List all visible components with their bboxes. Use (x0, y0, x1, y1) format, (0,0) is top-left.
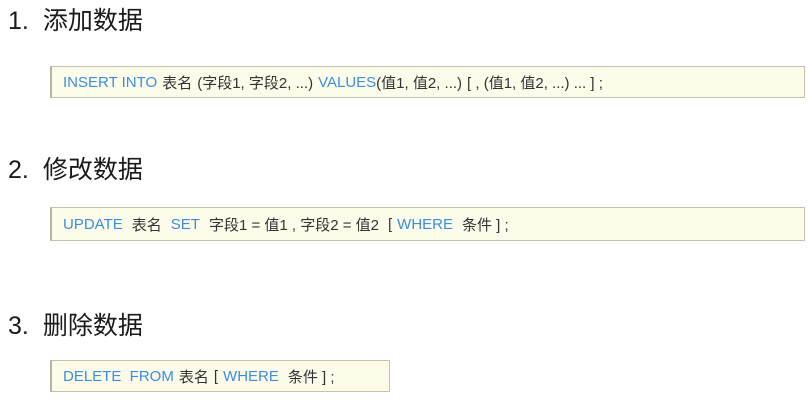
section-title-text: 添加数据 (42, 6, 143, 35)
delete-syntax-box: DELETE FROM 表名 [ WHERE 条件 ] ; (50, 360, 390, 392)
field-list: (字段1, 字段2, ...) (197, 74, 314, 92)
section-heading-insert: 1. 添加数据 (8, 5, 143, 37)
insert-syntax-box: INSERT INTO 表名 (字段1, 字段2, ...) VALUES (值… (50, 66, 805, 98)
optional-more-values: [ , (值1, 值2, ...) ... ] ; (467, 74, 603, 92)
section-title-text: 修改数据 (42, 155, 143, 184)
keyword-where: WHERE (397, 215, 454, 233)
keyword-set: SET (170, 215, 200, 233)
section-heading-update: 2. 修改数据 (8, 154, 143, 186)
table-name-placeholder: 表名 (178, 368, 209, 386)
update-syntax-box: UPDATE 表名 SET 字段1 = 值1 , 字段2 = 值2 [ WHER… (50, 207, 805, 241)
keyword-values: VALUES (318, 73, 377, 91)
value-list: (值1, 值2, ...) (376, 74, 463, 92)
optional-open-bracket: [ (213, 367, 219, 385)
section-title-text: 删除数据 (42, 311, 143, 340)
keyword-update: UPDATE (63, 215, 123, 233)
section-number: 3. (8, 312, 29, 340)
table-name-placeholder: 表名 (162, 74, 193, 92)
keyword-insert-into: INSERT INTO (63, 73, 158, 91)
keyword-where: WHERE (223, 367, 279, 385)
keyword-delete-from: DELETE FROM (63, 367, 174, 385)
condition-placeholder: 条件 ] ; (287, 368, 335, 386)
assignment-list: 字段1 = 值1 , 字段2 = 值2 (208, 216, 379, 234)
condition-placeholder: 条件 ] ; (462, 216, 509, 234)
section-heading-delete: 3. 删除数据 (8, 310, 143, 342)
optional-open-bracket: [ (388, 215, 393, 233)
table-name-placeholder: 表名 (131, 216, 162, 234)
section-number: 1. (8, 7, 29, 35)
section-number: 2. (8, 156, 29, 184)
